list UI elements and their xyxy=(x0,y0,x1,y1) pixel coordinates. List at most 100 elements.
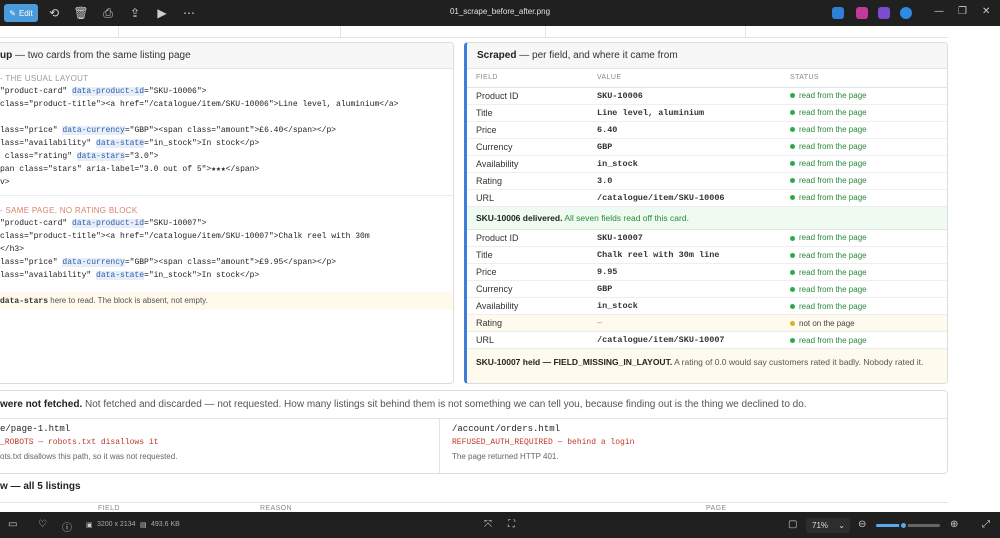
zoom-value: 71% xyxy=(812,521,829,530)
delete-icon[interactable]: 🗑 xyxy=(70,3,92,23)
refused-url-auth: /account/orders.html REFUSED_AUTH_REQUIR… xyxy=(452,419,932,473)
field-value: 3.0 xyxy=(597,172,790,190)
rotate-icon[interactable]: ⟲ xyxy=(43,3,65,23)
field-name: Currency xyxy=(467,138,597,156)
note-code: data-stars xyxy=(0,297,49,306)
dimensions-icon: ▣ xyxy=(86,521,93,529)
url-path: e/page-1.html xyxy=(0,424,71,434)
field-status: read from the page xyxy=(790,155,947,173)
image-canvas[interactable]: up — two cards from the same listing pag… xyxy=(0,26,1000,512)
code-line: "product-card" data-product-id="SKU-1000… xyxy=(0,85,453,98)
field-name: Title xyxy=(467,104,597,122)
status-dot-icon xyxy=(790,235,795,241)
status-label: read from the page xyxy=(799,91,867,100)
code-line: lass="price" data-currency="GBP"><span c… xyxy=(0,256,453,269)
zoom-dropdown[interactable]: 71% ⌄ xyxy=(806,518,850,533)
not-fetched-card: were not fetched. Not fetched and discar… xyxy=(0,390,948,474)
field-status: read from the page xyxy=(790,87,947,105)
field-name: URL xyxy=(467,331,597,349)
code-line: lass="availability" data-state="in_stock… xyxy=(0,137,453,150)
fit-icon[interactable]: ⤧ xyxy=(484,519,492,530)
file-size: 493.6 KB xyxy=(151,521,180,528)
field-status: read from the page xyxy=(790,331,947,349)
code-text: "product-card" xyxy=(0,87,73,96)
status-bar: ▭ ♡ ⓘ ▣ 3200 x 2134 ▤ 493.6 KB ⤧ ⛶ ▢ 71%… xyxy=(0,512,1000,538)
held-banner: SKU-10007 held — FIELD_MISSING_IN_LAYOUT… xyxy=(467,349,947,383)
zoom-in-icon[interactable]: ⊕ xyxy=(950,519,958,530)
print-icon[interactable]: ⎙ xyxy=(97,3,119,23)
app-icon-1[interactable] xyxy=(832,7,844,19)
expand-icon[interactable]: ⤢ xyxy=(982,519,990,530)
url-reason: REFUSED_AUTH_REQUIRED — behind a login xyxy=(452,438,635,447)
onedrive-icon[interactable] xyxy=(900,7,912,19)
field-status: read from the page xyxy=(790,138,947,156)
url-reason: _ROBOTS — robots.txt disallows it xyxy=(0,438,159,447)
scraped-card-header: Scraped — per field, and where it came f… xyxy=(467,43,947,69)
code-text: ="GBP"><span class="amount">£9.95</span>… xyxy=(124,258,337,267)
field-value: SKU-10007 xyxy=(597,229,790,247)
minimize-icon[interactable]: — xyxy=(934,6,944,17)
edit-button[interactable]: ✎ Edit xyxy=(4,4,38,22)
scraped-title-bold: Scraped xyxy=(477,50,517,61)
zoom-slider-thumb[interactable] xyxy=(898,521,908,530)
actual-size-icon[interactable]: ⛶ xyxy=(508,519,515,530)
status-dot-icon xyxy=(790,252,795,258)
field-status: read from the page xyxy=(790,297,947,315)
more-icon[interactable]: ⋯ xyxy=(178,3,200,23)
edit-label: Edit xyxy=(18,8,33,18)
summary-col-reason: REASON xyxy=(260,505,292,512)
status-dot-icon xyxy=(790,161,795,167)
delivered-banner: SKU-10006 delivered. All seven fields re… xyxy=(467,206,947,230)
field-name: Product ID xyxy=(467,87,597,105)
filmstrip-icon[interactable]: ▭ xyxy=(8,519,17,530)
table-row: Title Chalk reel with 30m line read from t… xyxy=(467,246,947,264)
code-text: pan class="stars" aria-label="3.0 out of… xyxy=(0,165,260,174)
canvas-margin xyxy=(948,26,1000,512)
status-label: read from the page xyxy=(799,250,867,260)
field-status: read from the page xyxy=(790,263,947,281)
app-icon-2[interactable] xyxy=(856,7,868,19)
status-label: read from the page xyxy=(799,301,867,311)
close-icon[interactable]: ✕ xyxy=(982,6,990,17)
table-row: Title Line level, aluminium read from the … xyxy=(467,104,947,122)
code-attribute: data-state xyxy=(96,271,145,280)
info-icon[interactable]: ⓘ xyxy=(62,519,72,534)
status-dot-icon xyxy=(790,337,795,343)
field-value: /catalogue/item/SKU-10007 xyxy=(597,331,790,349)
field-value: SKU-10006 xyxy=(597,87,790,105)
code-text: class="rating" xyxy=(0,152,77,161)
fullscreen-icon[interactable]: ▢ xyxy=(788,519,797,530)
summary-table-header: FIELD REASON PAGE xyxy=(0,502,948,512)
code-text: class="product-title"><a href="/catalogu… xyxy=(0,232,370,241)
field-name: Product ID xyxy=(467,229,597,247)
field-value: GBP xyxy=(597,138,790,156)
field-status: read from the page xyxy=(790,172,947,190)
code-line: lass="price" data-currency="GBP"><span c… xyxy=(0,124,453,137)
scraped-title-rest: — per field, and where it came from xyxy=(516,50,678,61)
url-explanation: ots.txt disallows this path, so it was n… xyxy=(0,452,178,461)
zoom-out-icon[interactable]: ⊖ xyxy=(858,519,866,530)
restore-icon[interactable]: ❐ xyxy=(958,6,967,17)
code-text: lass="availability" xyxy=(0,271,97,280)
status-label: read from the page xyxy=(799,233,867,243)
zoom-slider[interactable] xyxy=(876,521,940,530)
field-name: Rating xyxy=(467,172,597,190)
table-row: URL/catalogue/item/SKU-10007 read from th… xyxy=(467,331,947,349)
code-text: v> xyxy=(0,178,10,187)
top-toolbar: ✎ Edit ⟲ 🗑 ⎙ ⇪ ▶ ⋯ 01_scrape_before_afte… xyxy=(0,0,1000,26)
col-header-value: VALUE xyxy=(597,69,790,88)
top-table-strip xyxy=(0,26,948,38)
field-name: Currency xyxy=(467,280,597,298)
scraped-table-2: Product ID SKU-10007 read from the page Tit… xyxy=(467,229,947,349)
section-label-no-rating: - SAME PAGE, NO RATING BLOCK xyxy=(0,206,138,215)
favorite-icon[interactable]: ♡ xyxy=(38,519,47,530)
image-dimensions: 3200 x 2134 xyxy=(97,521,136,528)
slideshow-icon[interactable]: ▶ xyxy=(151,3,173,23)
app-icon-3[interactable] xyxy=(878,7,890,19)
share-icon[interactable]: ⇪ xyxy=(124,3,146,23)
status-dot-icon xyxy=(790,127,795,133)
code-text: ="SKU-10007"> xyxy=(144,219,207,228)
warning-dot-icon xyxy=(790,320,795,326)
table-row: Product ID SKU-10006 read from the page xyxy=(467,87,947,105)
code-attribute: data-product-id xyxy=(72,219,145,228)
